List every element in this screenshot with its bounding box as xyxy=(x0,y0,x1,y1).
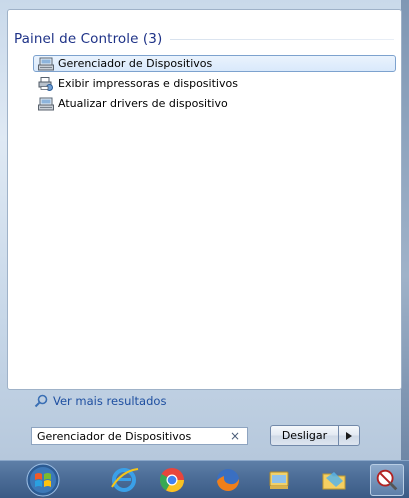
group-title[interactable]: Painel de Controle (3) xyxy=(14,31,162,47)
see-more-label: Ver mais resultados xyxy=(53,394,167,408)
group-divider xyxy=(170,38,394,40)
firefox-icon[interactable] xyxy=(213,465,243,495)
result-item-update-drivers[interactable]: Atualizar drivers de dispositivo xyxy=(33,95,396,112)
see-more-results-link[interactable]: Ver mais resultados xyxy=(34,393,166,409)
results-group-header[interactable]: Painel de Controle (3) xyxy=(14,29,394,49)
printers-devices-icon xyxy=(38,76,53,91)
active-taskbar-button[interactable] xyxy=(370,464,404,496)
start-menu-right-edge xyxy=(401,0,409,460)
device-driver-icon xyxy=(38,97,54,110)
snipping-tool-icon xyxy=(376,469,398,491)
shutdown-options-button[interactable] xyxy=(339,425,360,446)
result-label: Atualizar drivers de dispositivo xyxy=(58,97,228,110)
search-icon xyxy=(34,394,48,408)
result-item-device-manager[interactable]: Gerenciador de Dispositivos xyxy=(33,55,396,72)
shutdown-control[interactable]: Desligar xyxy=(270,425,360,446)
chevron-right-icon xyxy=(346,431,352,440)
start-orb-icon[interactable] xyxy=(26,463,60,497)
result-item-printers-devices[interactable]: Exibir impressoras e dispositivos xyxy=(33,75,396,92)
search-input[interactable] xyxy=(32,429,227,443)
result-label: Exibir impressoras e dispositivos xyxy=(58,77,238,90)
chrome-icon[interactable] xyxy=(157,465,187,495)
device-manager-icon xyxy=(38,57,54,70)
taskbar xyxy=(0,460,409,498)
start-search-box[interactable]: × xyxy=(31,427,248,445)
result-label: Gerenciador de Dispositivos xyxy=(58,57,213,70)
shutdown-button[interactable]: Desligar xyxy=(270,425,339,446)
clear-search-icon[interactable]: × xyxy=(230,429,240,443)
internet-explorer-icon[interactable] xyxy=(109,465,139,495)
windows-explorer-icon[interactable] xyxy=(264,465,294,495)
folder-icon[interactable] xyxy=(319,465,349,495)
